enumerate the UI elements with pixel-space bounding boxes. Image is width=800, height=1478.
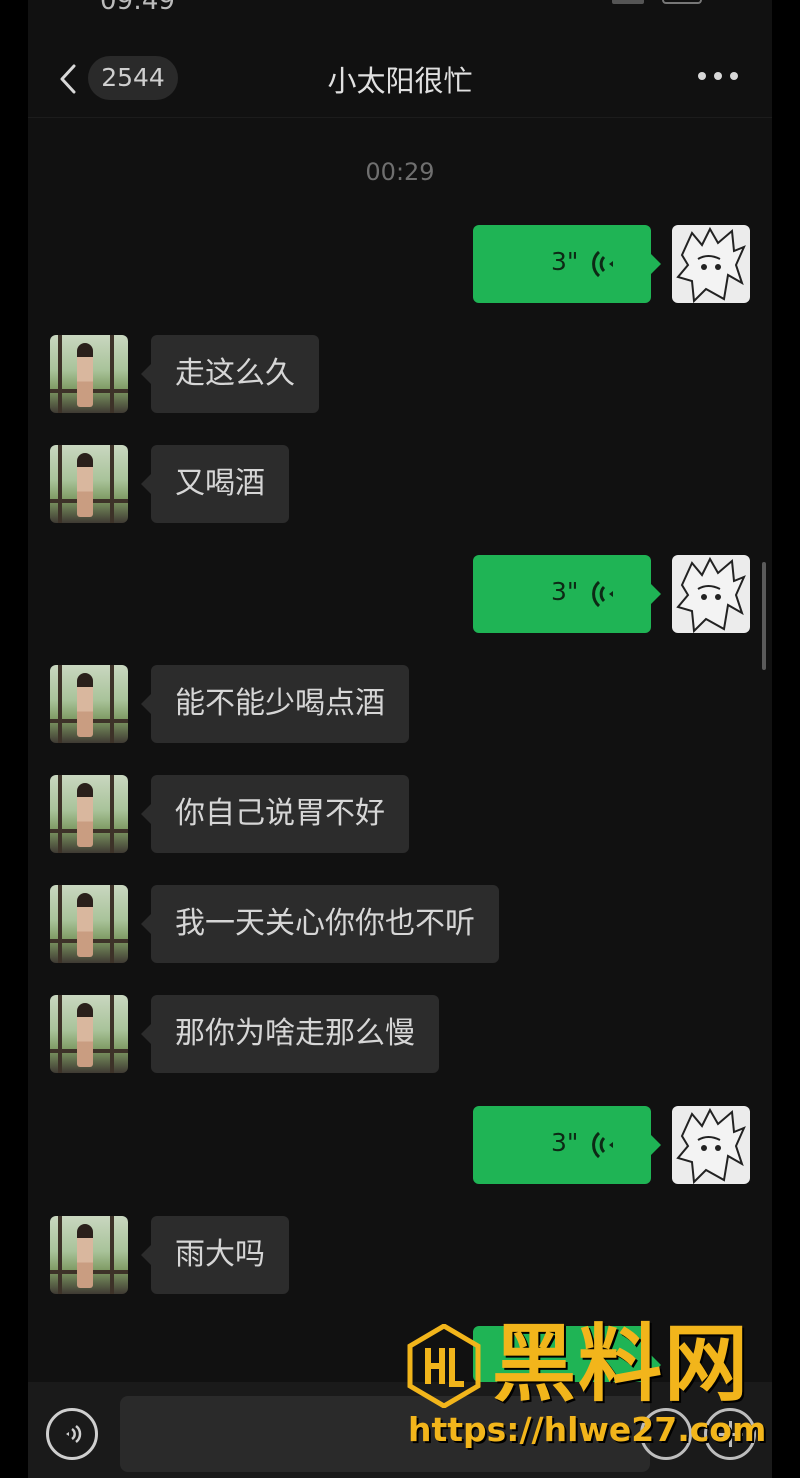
signal-icon [612, 0, 644, 4]
contact-avatar[interactable] [50, 1216, 128, 1294]
my-avatar[interactable] [672, 555, 750, 633]
right-letterbox [772, 0, 800, 1478]
my-avatar[interactable] [672, 1106, 750, 1184]
voice-wave-icon [592, 580, 613, 608]
text-message-bubble[interactable]: 能不能少喝点酒 [141, 665, 409, 743]
voice-wave-icon [592, 250, 613, 278]
contact-avatar[interactable] [50, 445, 128, 523]
chat-screen: 09:49 2544 小太阳很忙 00:29 3" 走这么久 又喝酒 3" 能不… [28, 0, 772, 1478]
scroll-indicator[interactable] [762, 562, 766, 670]
my-avatar[interactable] [672, 225, 750, 303]
voice-duration: 3" [551, 1128, 579, 1157]
text-message-bubble[interactable]: 我一天关心你你也不听 [141, 885, 499, 963]
watermark-url: https://hlwe27.com [408, 1410, 767, 1449]
voice-toggle-icon[interactable] [46, 1408, 98, 1460]
voice-message-bubble[interactable]: 3" [473, 225, 661, 303]
contact-avatar[interactable] [50, 995, 128, 1073]
contact-avatar[interactable] [50, 885, 128, 963]
voice-duration: 3" [551, 577, 579, 606]
chat-header: 2544 小太阳很忙 [28, 38, 772, 118]
contact-avatar[interactable] [50, 335, 128, 413]
watermark-title: 黑料网 [492, 1315, 751, 1413]
text-message-bubble[interactable]: 那你为啥走那么慢 [141, 995, 439, 1073]
chat-title: 小太阳很忙 [327, 64, 473, 98]
text-message-bubble[interactable]: 又喝酒 [141, 445, 289, 523]
watermark: 黑料网 https://hlwe27.com [406, 1316, 776, 1456]
message-timestamp: 00:29 [365, 158, 435, 186]
voice-wave-icon [592, 1131, 613, 1159]
text-message-bubble[interactable]: 你自己说胃不好 [141, 775, 409, 853]
more-dots-icon[interactable] [698, 72, 738, 82]
voice-duration: 3" [551, 247, 579, 276]
watermark-logo-icon [407, 1324, 481, 1408]
battery-icon [662, 0, 702, 4]
left-letterbox [0, 0, 28, 1478]
status-bar: 09:49 [28, 0, 772, 16]
status-icons [612, 0, 702, 6]
contact-avatar[interactable] [50, 665, 128, 743]
voice-message-bubble[interactable]: 3" [473, 555, 661, 633]
status-time: 09:49 [100, 0, 175, 16]
text-message-bubble[interactable]: 雨大吗 [141, 1216, 289, 1294]
contact-avatar[interactable] [50, 775, 128, 853]
text-message-bubble[interactable]: 走这么久 [141, 335, 319, 413]
voice-message-bubble[interactable]: 3" [473, 1106, 661, 1184]
